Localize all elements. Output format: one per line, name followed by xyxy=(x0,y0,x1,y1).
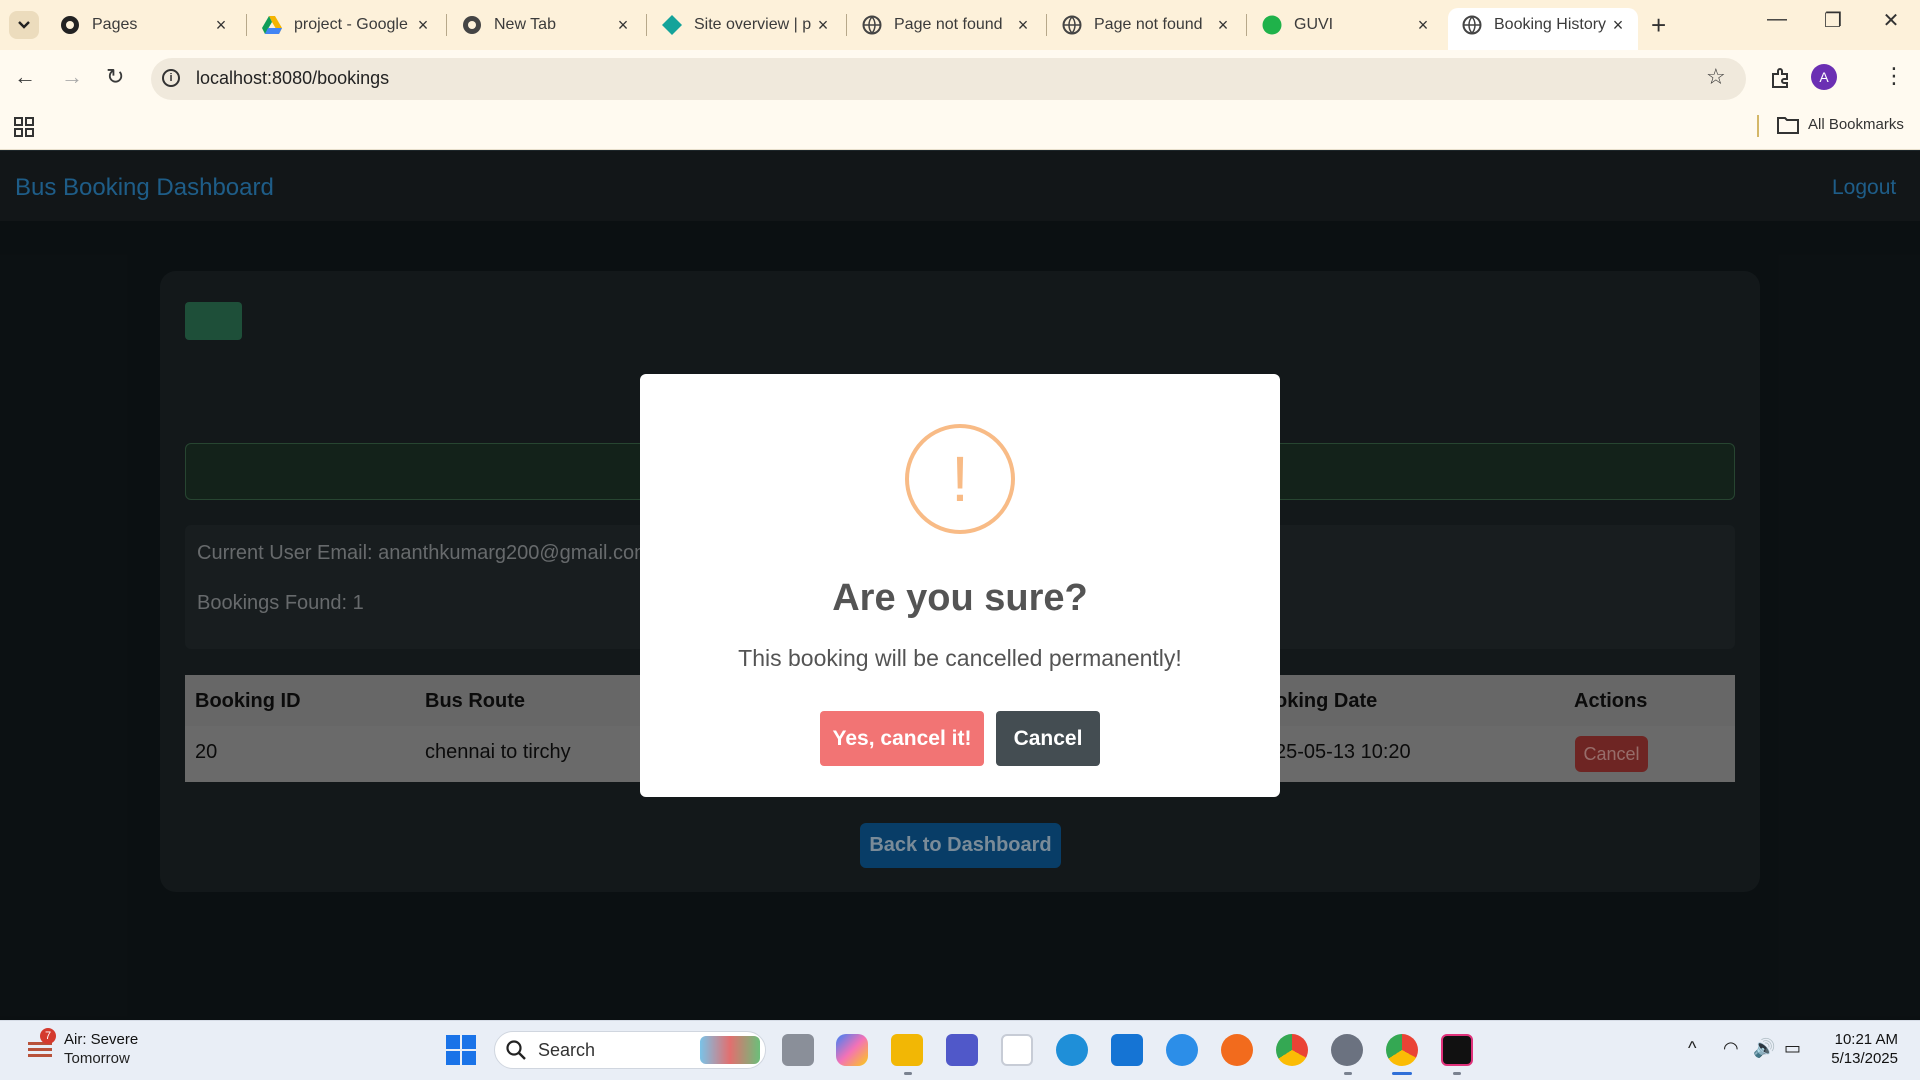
chevron-up-icon[interactable]: ^ xyxy=(1688,1038,1696,1059)
chrome-profile-icon[interactable] xyxy=(1386,1034,1418,1066)
profile-avatar[interactable]: A xyxy=(1811,64,1837,90)
myhp-icon[interactable] xyxy=(1111,1034,1143,1066)
tab-divider xyxy=(446,14,447,36)
tab-project-google[interactable]: project - Google × xyxy=(248,8,443,42)
globe-icon xyxy=(862,15,882,35)
tab-title: Booking History xyxy=(1494,16,1607,33)
netlify-icon xyxy=(662,15,682,35)
edge-icon[interactable] xyxy=(1056,1034,1088,1066)
close-icon[interactable]: × xyxy=(1013,15,1033,36)
back-arrow-icon[interactable]: ← xyxy=(14,64,36,90)
tab-title: Site overview | p xyxy=(694,16,812,33)
clock-date[interactable]: 5/13/2025 xyxy=(1818,1050,1898,1067)
close-icon[interactable]: × xyxy=(1213,15,1233,36)
tab-title: Page not found xyxy=(894,16,1003,33)
dialog-message: This booking will be cancelled permanent… xyxy=(738,645,1182,671)
folder-icon xyxy=(1777,116,1799,139)
intellij-icon[interactable] xyxy=(1441,1034,1473,1066)
tab-divider xyxy=(246,14,247,36)
teams-icon[interactable] xyxy=(946,1034,978,1066)
reload-icon[interactable]: ↻ xyxy=(106,64,124,90)
tab-guvi[interactable]: GUVI × xyxy=(1248,8,1443,42)
wifi-icon[interactable]: ◠ xyxy=(1723,1038,1739,1059)
tab-page-not-found-1[interactable]: Page not found × xyxy=(848,8,1043,42)
guvi-icon xyxy=(1262,15,1282,35)
tab-new-tab[interactable]: New Tab × xyxy=(448,8,643,42)
menu-dots-icon[interactable]: ⋮ xyxy=(1883,63,1905,89)
tab-divider xyxy=(1246,14,1247,36)
close-icon[interactable]: × xyxy=(211,15,231,36)
bookmark-star-icon[interactable]: ☆ xyxy=(1706,64,1726,90)
close-icon[interactable]: × xyxy=(1608,15,1628,36)
restore-button[interactable]: ❐ xyxy=(1813,8,1853,33)
tab-title: GUVI xyxy=(1294,16,1334,33)
close-icon[interactable]: × xyxy=(613,15,633,36)
weather-subtitle[interactable]: Tomorrow xyxy=(64,1050,130,1067)
new-tab-button[interactable]: + xyxy=(1651,10,1666,41)
minimize-button[interactable]: — xyxy=(1757,8,1797,31)
close-icon[interactable]: × xyxy=(1413,15,1433,36)
github-icon xyxy=(60,15,80,35)
firefox-icon[interactable] xyxy=(1221,1034,1253,1066)
weather-title[interactable]: Air: Severe xyxy=(64,1031,138,1048)
window-close-button[interactable]: ✕ xyxy=(1871,8,1911,33)
tab-divider xyxy=(846,14,847,36)
battery-icon[interactable]: ▭ xyxy=(1784,1038,1801,1059)
running-indicator xyxy=(1453,1072,1461,1075)
tab-title: Pages xyxy=(92,16,138,33)
globe-icon xyxy=(1062,15,1082,35)
tab-pages[interactable]: Pages × xyxy=(46,8,241,42)
bookmark-divider xyxy=(1757,115,1759,137)
search-highlight-image xyxy=(700,1036,760,1064)
address-bar[interactable] xyxy=(151,58,1746,100)
all-bookmarks-link[interactable]: All Bookmarks xyxy=(1808,116,1904,133)
close-icon[interactable]: × xyxy=(413,15,433,36)
tab-divider xyxy=(646,14,647,36)
tab-title: Page not found xyxy=(1094,16,1203,33)
search-icon xyxy=(506,1040,526,1065)
dismiss-dialog-button[interactable]: Cancel xyxy=(996,711,1100,766)
tab-site-overview[interactable]: Site overview | p × xyxy=(648,8,843,42)
tab-divider xyxy=(1046,14,1047,36)
search-label: Search xyxy=(538,1040,596,1060)
file-explorer-icon[interactable] xyxy=(891,1034,923,1066)
chrome-taskbar-icon[interactable] xyxy=(1276,1034,1308,1066)
chrome-icon xyxy=(462,15,482,35)
tab-title: New Tab xyxy=(494,16,556,33)
confirm-cancel-booking-button[interactable]: Yes, cancel it! xyxy=(820,711,984,766)
apps-grid-icon[interactable] xyxy=(14,117,34,142)
volume-icon[interactable]: 🔊 xyxy=(1753,1038,1775,1059)
weather-alert-badge: 7 xyxy=(40,1028,56,1044)
extensions-icon[interactable] xyxy=(1769,66,1793,95)
globe-icon xyxy=(1462,15,1482,35)
running-indicator xyxy=(904,1072,912,1075)
chevron-down-icon xyxy=(18,21,30,29)
running-indicator xyxy=(1344,1072,1352,1075)
copilot-icon[interactable] xyxy=(836,1034,868,1066)
settings-gear-icon[interactable] xyxy=(1331,1034,1363,1066)
tab-booking-history[interactable]: Booking History × xyxy=(1448,8,1638,50)
dialog-title: Are you sure? xyxy=(832,577,1088,619)
microsoft-store-icon[interactable] xyxy=(1001,1034,1033,1066)
clock-time[interactable]: 10:21 AM xyxy=(1830,1031,1898,1048)
tab-page-not-found-2[interactable]: Page not found × xyxy=(1048,8,1243,42)
google-drive-icon xyxy=(262,15,282,35)
warning-icon: ! xyxy=(905,424,1015,534)
forward-arrow-icon[interactable]: → xyxy=(61,64,83,90)
bookmarks-bar xyxy=(0,106,1920,150)
url-text[interactable]: localhost:8080/bookings xyxy=(196,68,389,89)
site-info-icon[interactable]: i xyxy=(162,69,180,87)
active-indicator xyxy=(1392,1072,1412,1075)
tab-search-button[interactable] xyxy=(9,11,39,39)
close-icon[interactable]: × xyxy=(813,15,833,36)
task-view-icon[interactable] xyxy=(782,1034,814,1066)
help-icon[interactable] xyxy=(1166,1034,1198,1066)
windows-start-icon[interactable] xyxy=(446,1035,476,1070)
tab-title: project - Google xyxy=(294,16,408,33)
